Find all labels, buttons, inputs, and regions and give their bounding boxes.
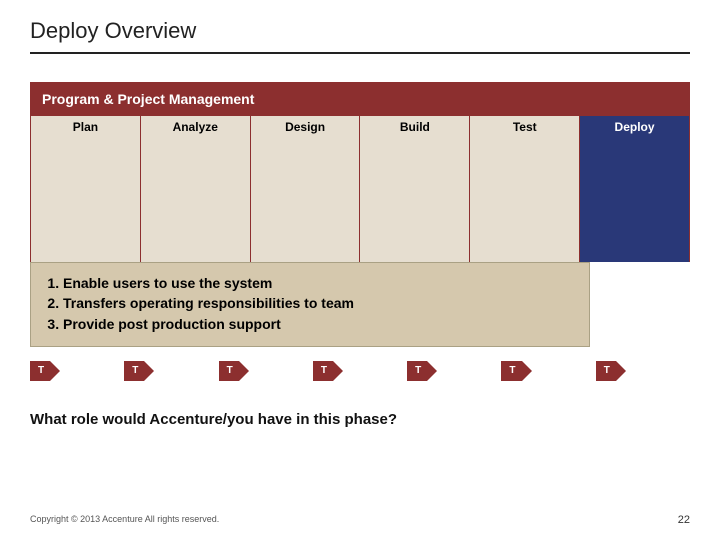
t-marker: T xyxy=(407,361,427,381)
t-marker: T xyxy=(219,361,239,381)
t-marker: T xyxy=(313,361,333,381)
phase-label: Deploy xyxy=(580,116,689,134)
t-marker: T xyxy=(30,361,50,381)
t-marker: T xyxy=(596,361,616,381)
bullets-box: Enable users to use the system Transfers… xyxy=(30,262,590,347)
bullet-item: Provide post production support xyxy=(63,314,575,334)
management-bar: Program & Project Management xyxy=(30,82,690,116)
phase-design: Design xyxy=(251,116,361,262)
t-marker-wrap: T xyxy=(313,361,407,381)
question-text: What role would Accenture/you have in th… xyxy=(30,411,690,428)
phase-deploy: Deploy xyxy=(580,116,690,262)
t-marker-wrap: T xyxy=(596,361,690,381)
t-marker-wrap: T xyxy=(30,361,124,381)
bullets-list: Enable users to use the system Transfers… xyxy=(63,273,575,334)
phase-label: Build xyxy=(360,116,469,134)
phase-build: Build xyxy=(360,116,470,262)
phase-row: Plan Analyze Design Build Test Deploy xyxy=(30,116,690,262)
title-rule xyxy=(30,52,690,54)
t-marker-wrap: T xyxy=(124,361,218,381)
bullet-item: Transfers operating responsibilities to … xyxy=(63,293,575,313)
phase-label: Plan xyxy=(31,116,140,134)
phase-label: Test xyxy=(470,116,579,134)
t-marker-wrap: T xyxy=(501,361,595,381)
phase-analyze: Analyze xyxy=(141,116,251,262)
copyright-text: Copyright © 2013 Accenture All rights re… xyxy=(30,514,219,526)
t-marker-wrap: T xyxy=(219,361,313,381)
slide-title: Deploy Overview xyxy=(30,18,690,44)
t-marker: T xyxy=(124,361,144,381)
page-number: 22 xyxy=(678,514,690,526)
t-marker-row: T T T T T T T xyxy=(30,361,690,381)
slide: Deploy Overview Program & Project Manage… xyxy=(0,0,720,540)
phase-label: Design xyxy=(251,116,360,134)
phase-test: Test xyxy=(470,116,580,262)
t-marker: T xyxy=(501,361,521,381)
footer: Copyright © 2013 Accenture All rights re… xyxy=(30,514,690,526)
phase-plan: Plan xyxy=(31,116,141,262)
phase-label: Analyze xyxy=(141,116,250,134)
bullet-item: Enable users to use the system xyxy=(63,273,575,293)
t-marker-wrap: T xyxy=(407,361,501,381)
